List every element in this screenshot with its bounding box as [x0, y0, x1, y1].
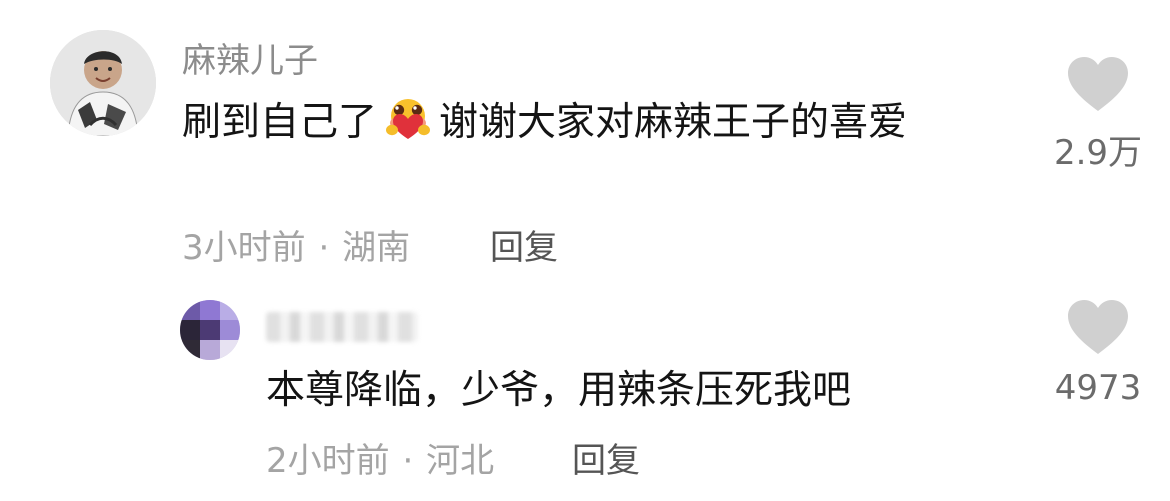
comment-location: 湖南	[342, 228, 411, 268]
meta-separator: ·	[318, 228, 330, 268]
like-count: 4973	[1054, 368, 1142, 408]
avatar-image	[180, 300, 240, 360]
heart-icon	[1068, 300, 1128, 354]
reply-text: 本尊降临，少爷，用辣条压死我吧	[266, 368, 852, 413]
comment-username[interactable]: 麻辣儿子	[182, 33, 318, 82]
reply-meta: 2小时前 · 河北	[266, 433, 494, 482]
comment-time: 3小时前	[182, 228, 306, 268]
reply-comment-item: 本尊降临，少爷，用辣条压死我吧 2小时前 · 河北 回复 4973	[0, 280, 1170, 501]
reply-time: 2小时前	[266, 441, 390, 481]
avatar-image	[50, 30, 156, 136]
heart-icon	[1068, 57, 1128, 111]
comment-text-part: 刷到自己了	[182, 100, 378, 145]
reply-button[interactable]: 回复	[572, 433, 640, 482]
hugging-heart-emoji-icon	[386, 99, 431, 139]
meta-separator: ·	[402, 441, 414, 481]
comment-text-part: 谢谢大家对麻辣王子的喜爱	[439, 100, 908, 145]
reply-button[interactable]: 回复	[490, 220, 558, 269]
avatar[interactable]	[180, 300, 240, 360]
comment-text: 刷到自己了 谢谢大家对麻辣王子的喜爱	[182, 94, 982, 152]
comment-item: 麻辣儿子 刷到自己了 谢谢大家对麻辣王子的喜爱 3小时前 · 湖南 回复 2.9…	[0, 0, 1170, 280]
reply-location: 河北	[426, 441, 495, 481]
like-button[interactable]: 2.9万	[1043, 55, 1153, 174]
like-count: 2.9万	[1053, 133, 1143, 173]
like-button[interactable]: 4973	[1043, 298, 1153, 408]
blurred-username[interactable]	[266, 312, 418, 342]
avatar[interactable]	[50, 30, 156, 136]
comment-meta: 3小时前 · 湖南	[182, 220, 410, 269]
